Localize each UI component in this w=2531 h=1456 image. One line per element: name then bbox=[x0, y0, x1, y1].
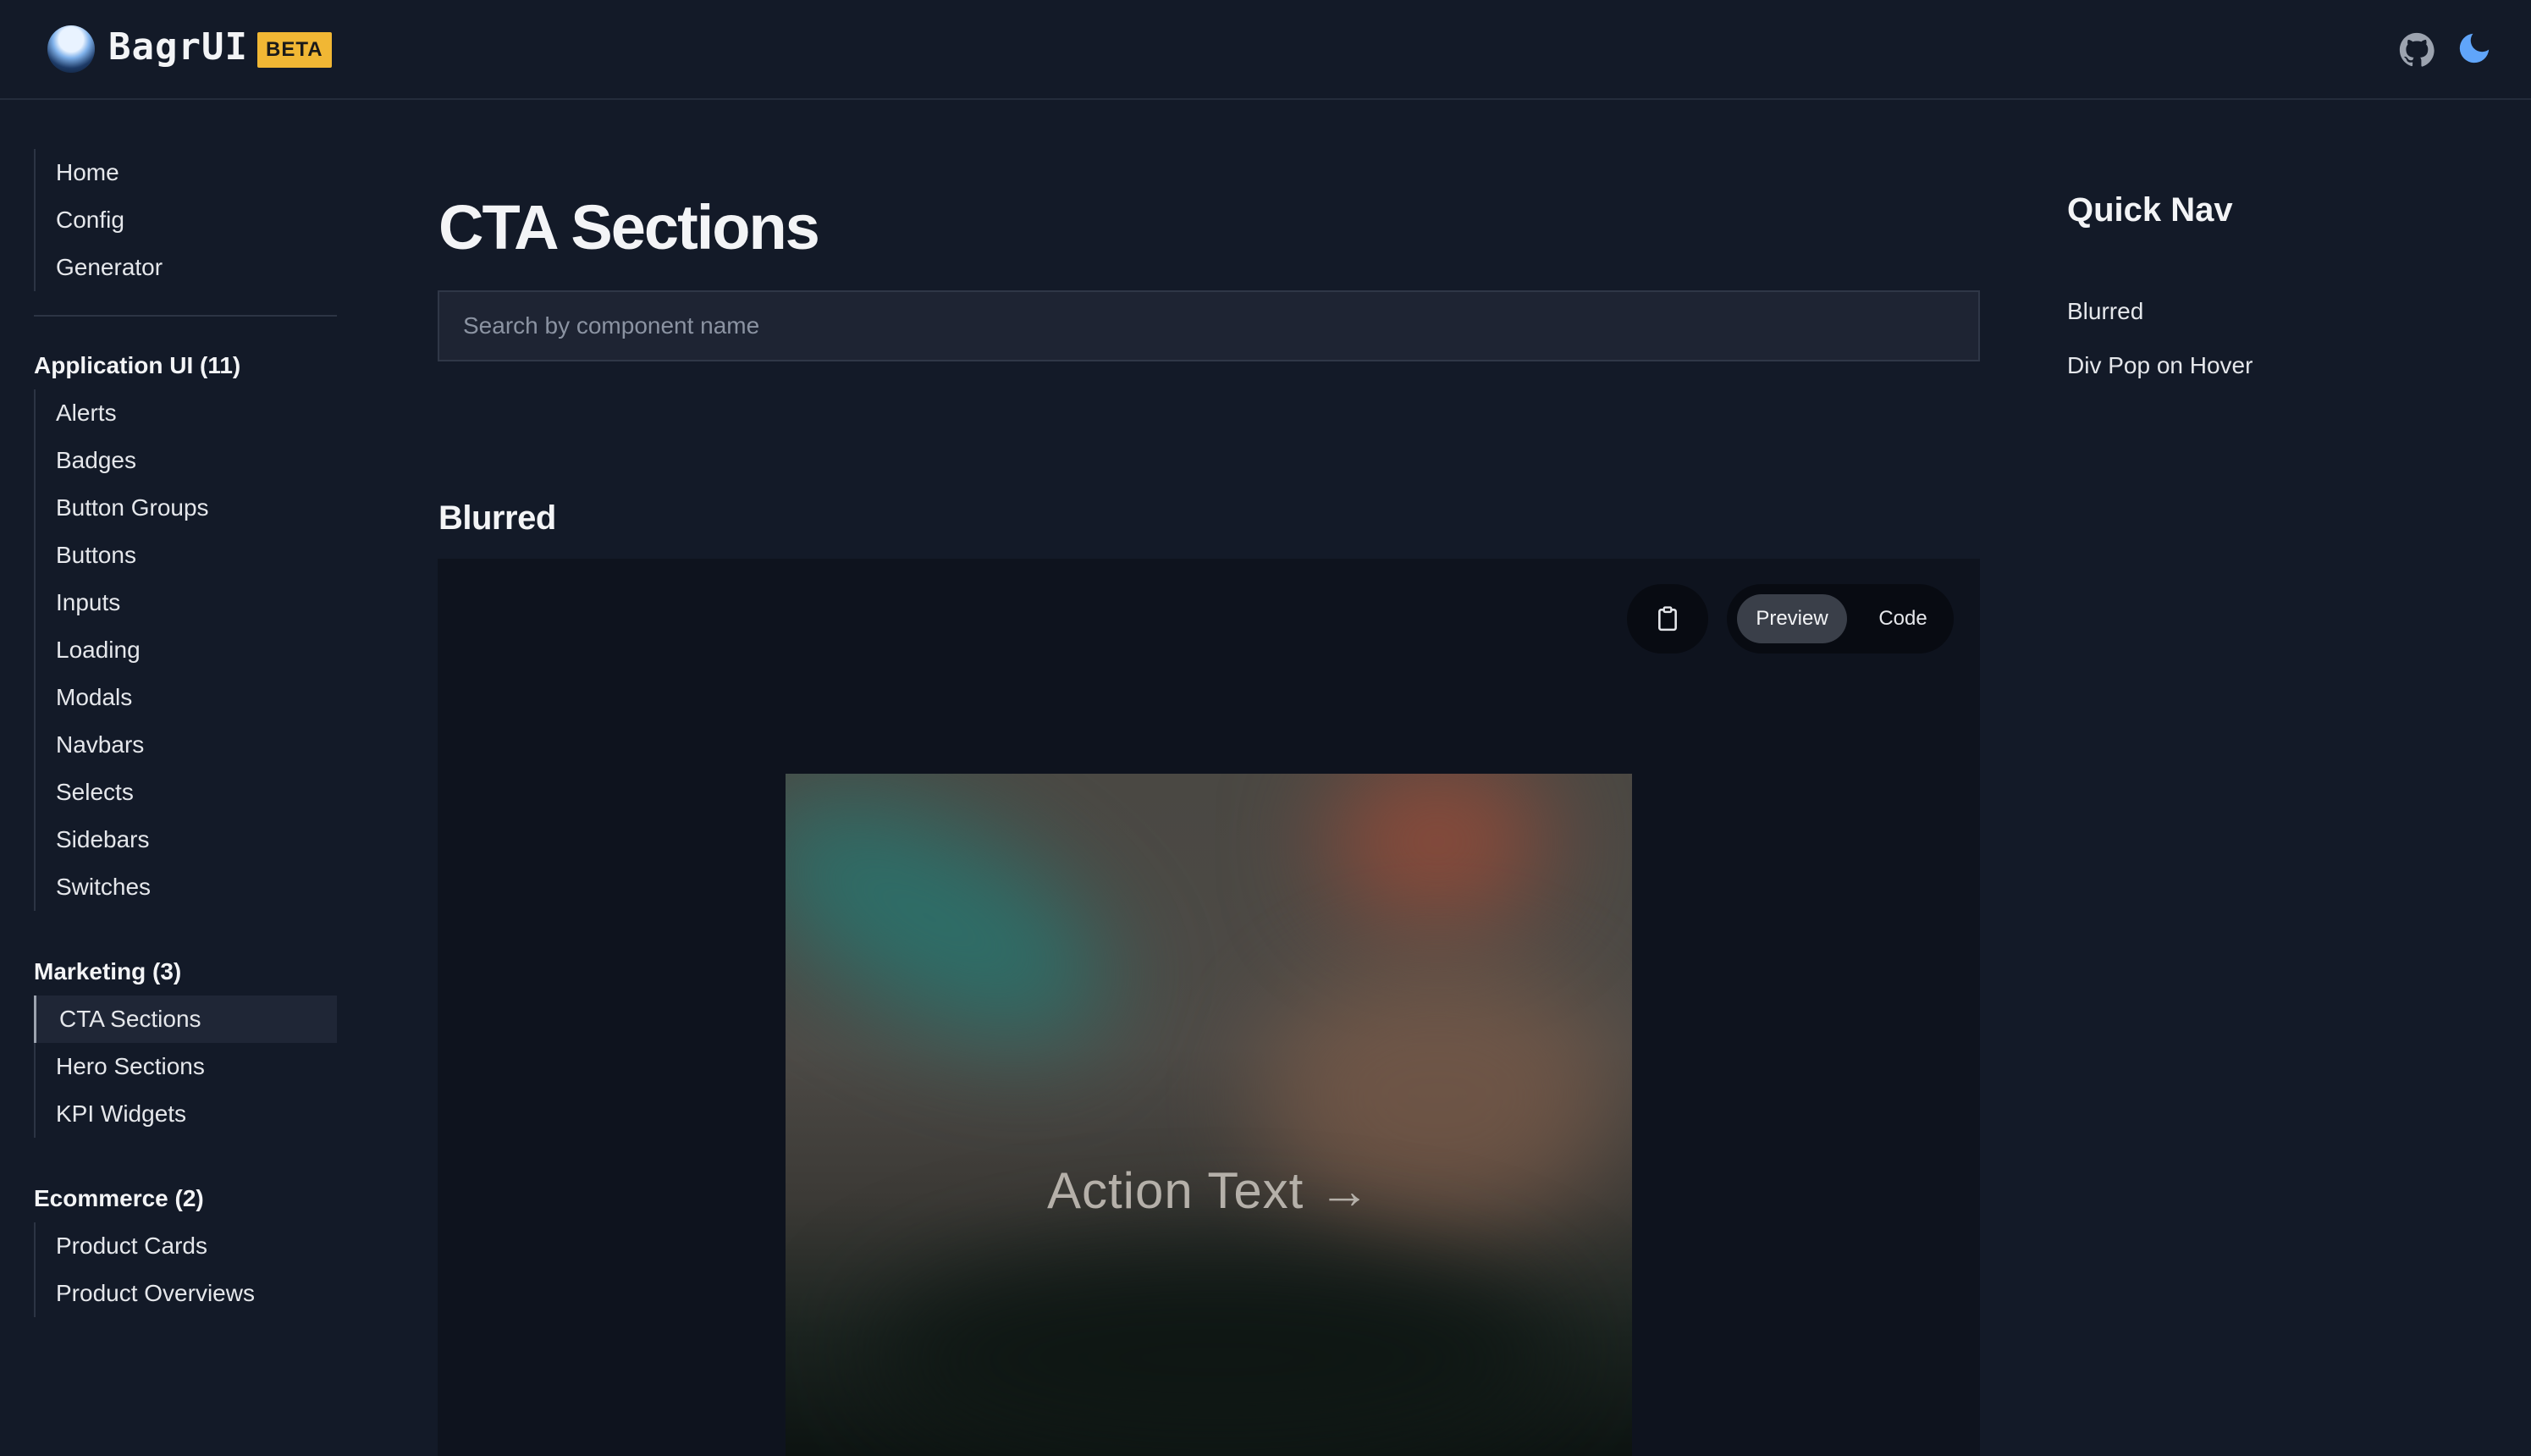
top-header: BagrUI BETA bbox=[0, 0, 2531, 100]
moon-icon[interactable] bbox=[2455, 29, 2494, 68]
sidebar-divider bbox=[34, 315, 337, 317]
blur-blob-teal bbox=[786, 774, 1145, 1092]
github-icon[interactable] bbox=[2399, 32, 2435, 68]
sidebar-group-application-ui: Alerts Badges Button Groups Buttons Inpu… bbox=[34, 389, 337, 911]
cta-action-text[interactable]: Action Text → bbox=[786, 1161, 1632, 1220]
sidebar-item-selects[interactable]: Selects bbox=[36, 769, 337, 816]
sidebar-item-cta-sections[interactable]: CTA Sections bbox=[34, 995, 337, 1043]
blurred-cta-card[interactable]: Action Text → bbox=[786, 774, 1632, 1456]
copy-code-button[interactable] bbox=[1627, 584, 1708, 654]
brand-name[interactable]: BagrUI bbox=[108, 25, 248, 69]
sidebar-group-marketing: CTA Sections Hero Sections KPI Widgets bbox=[34, 995, 337, 1138]
sidebar-item-badges[interactable]: Badges bbox=[36, 437, 337, 484]
sidebar: Home Config Generator Application UI (11… bbox=[34, 149, 337, 1317]
sidebar-item-generator[interactable]: Generator bbox=[36, 244, 337, 291]
logo-icon[interactable] bbox=[47, 25, 95, 73]
sidebar-item-switches[interactable]: Switches bbox=[36, 863, 337, 911]
search-input[interactable] bbox=[438, 290, 1980, 361]
tab-preview[interactable]: Preview bbox=[1737, 594, 1847, 643]
sidebar-item-product-cards[interactable]: Product Cards bbox=[36, 1222, 337, 1270]
sidebar-item-inputs[interactable]: Inputs bbox=[36, 579, 337, 626]
sidebar-top-links: Home Config Generator bbox=[34, 149, 337, 291]
sidebar-item-alerts[interactable]: Alerts bbox=[36, 389, 337, 437]
beta-badge: BETA bbox=[257, 32, 332, 68]
quick-nav-link-div-pop-on-hover[interactable]: Div Pop on Hover bbox=[2067, 352, 2253, 379]
sidebar-item-button-groups[interactable]: Button Groups bbox=[36, 484, 337, 532]
blur-blob-dark bbox=[870, 1248, 1564, 1456]
sidebar-item-loading[interactable]: Loading bbox=[36, 626, 337, 674]
sidebar-item-modals[interactable]: Modals bbox=[36, 674, 337, 721]
sidebar-item-config[interactable]: Config bbox=[36, 196, 337, 244]
group-title-ecommerce: Ecommerce (2) bbox=[34, 1185, 204, 1211]
sidebar-item-sidebars[interactable]: Sidebars bbox=[36, 816, 337, 863]
sidebar-item-buttons[interactable]: Buttons bbox=[36, 532, 337, 579]
tab-code[interactable]: Code bbox=[1862, 594, 1944, 643]
sidebar-item-hero-sections[interactable]: Hero Sections bbox=[36, 1043, 337, 1090]
page-title: CTA Sections bbox=[438, 192, 820, 262]
blur-blob-rust bbox=[1327, 774, 1547, 926]
sidebar-item-home[interactable]: Home bbox=[36, 149, 337, 196]
sidebar-item-kpi-widgets[interactable]: KPI Widgets bbox=[36, 1090, 337, 1138]
section-title-blurred: Blurred bbox=[438, 499, 556, 537]
clipboard-icon bbox=[1658, 606, 1677, 631]
preview-code-toggle: Preview Code bbox=[1727, 584, 1954, 654]
sidebar-item-product-overviews[interactable]: Product Overviews bbox=[36, 1270, 337, 1317]
quick-nav-title: Quick Nav bbox=[2067, 191, 2233, 229]
sidebar-item-navbars[interactable]: Navbars bbox=[36, 721, 337, 769]
sidebar-group-ecommerce: Product Cards Product Overviews bbox=[34, 1222, 337, 1317]
group-title-marketing: Marketing (3) bbox=[34, 958, 182, 984]
group-title-application-ui: Application UI (11) bbox=[34, 352, 241, 378]
quick-nav-link-blurred[interactable]: Blurred bbox=[2067, 298, 2143, 325]
